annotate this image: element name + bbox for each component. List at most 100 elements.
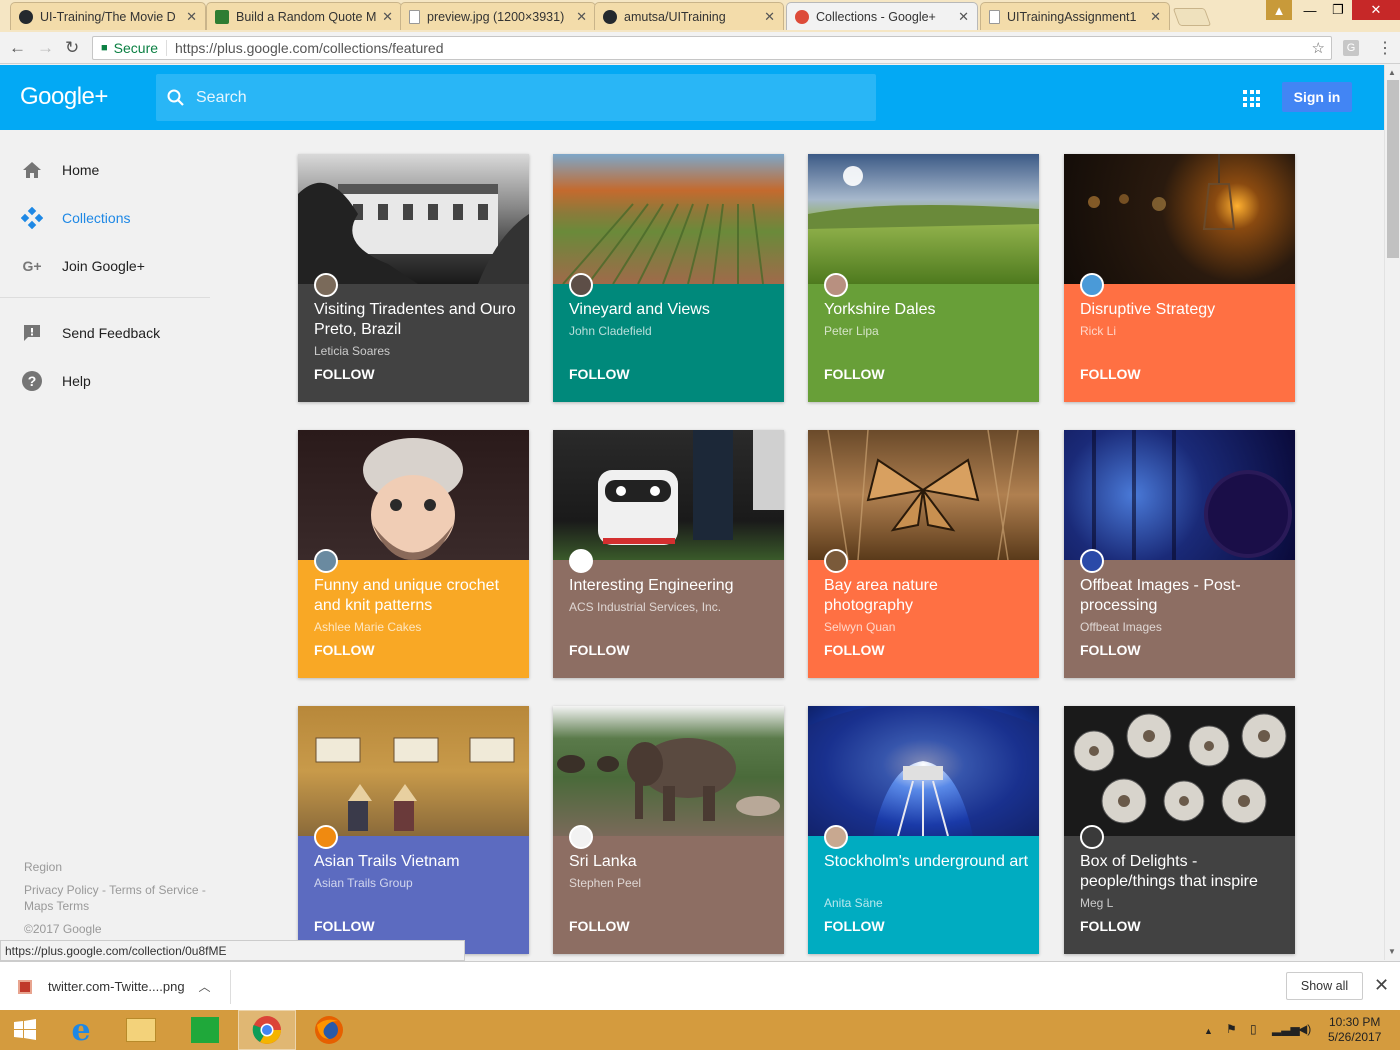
show-all-button[interactable]: Show all [1286, 972, 1363, 1000]
collection-author[interactable]: Peter Lipa [824, 324, 1024, 338]
follow-button[interactable]: FOLLOW [569, 642, 630, 658]
collection-title[interactable]: Yorkshire Dales [824, 300, 1029, 320]
restore-button[interactable]: ❐ [1324, 0, 1352, 20]
collection-card[interactable]: Visiting Tiradentes and Ouro Preto, Braz… [298, 154, 529, 402]
browser-tab[interactable]: amutsa/UITraining ✕ [594, 2, 784, 30]
chrome-icon[interactable] [238, 1010, 296, 1050]
collection-author[interactable]: Stephen Peel [569, 876, 769, 890]
collection-card[interactable]: Yorkshire Dales Peter Lipa FOLLOW [808, 154, 1039, 402]
collection-card[interactable]: Disruptive Strategy Rick Li FOLLOW [1064, 154, 1295, 402]
minimize-button[interactable]: — [1296, 0, 1324, 20]
collection-author[interactable]: Leticia Soares [314, 344, 514, 358]
close-window-button[interactable]: ✕ [1352, 0, 1400, 20]
follow-button[interactable]: FOLLOW [1080, 918, 1141, 934]
close-icon[interactable]: ✕ [382, 9, 393, 25]
collection-card[interactable]: Vineyard and Views John Cladefield FOLLO… [553, 154, 784, 402]
reload-icon[interactable]: ↻ [65, 38, 79, 58]
collection-author[interactable]: Offbeat Images [1080, 620, 1280, 634]
follow-button[interactable]: FOLLOW [314, 918, 375, 934]
bookmark-star-icon[interactable]: ☆ [1312, 39, 1325, 57]
collection-card[interactable]: Box of Delights - people/things that ins… [1064, 706, 1295, 954]
follow-button[interactable]: FOLLOW [314, 642, 375, 658]
collection-title[interactable]: Visiting Tiradentes and Ouro Preto, Braz… [314, 300, 519, 340]
close-icon[interactable]: ✕ [764, 9, 775, 25]
close-icon[interactable]: ✕ [576, 9, 587, 25]
browser-tab[interactable]: UI-Training/The Movie D ✕ [10, 2, 206, 30]
collection-title[interactable]: Stockholm's underground art [824, 852, 1029, 872]
collection-card[interactable]: Interesting Engineering ACS Industrial S… [553, 430, 784, 678]
collection-author[interactable]: Anita Säne [824, 896, 1024, 910]
chevron-up-icon[interactable]: ︿ [199, 978, 211, 995]
follow-button[interactable]: FOLLOW [824, 918, 885, 934]
browser-tab-active[interactable]: Collections - Google+ ✕ [786, 2, 978, 30]
collection-title[interactable]: Disruptive Strategy [1080, 300, 1285, 320]
collection-title[interactable]: Interesting Engineering [569, 576, 774, 596]
new-tab-button[interactable] [1172, 8, 1212, 26]
address-bar[interactable]: ■ Secure https://plus.google.com/collect… [92, 36, 1332, 60]
extension-icon[interactable]: G [1343, 40, 1359, 56]
collection-title[interactable]: Sri Lanka [569, 852, 774, 872]
google-plus-logo[interactable]: Google+ [20, 83, 108, 111]
follow-button[interactable]: FOLLOW [569, 366, 630, 382]
scroll-up-icon[interactable]: ▲ [1388, 68, 1396, 77]
flag-icon[interactable]: ⚑ [1226, 1022, 1237, 1036]
collection-card[interactable]: Offbeat Images - Post-processing Offbeat… [1064, 430, 1295, 678]
forward-icon[interactable]: → [37, 38, 54, 58]
store-icon[interactable] [176, 1010, 234, 1050]
network-icon[interactable]: ▂▃▅ [1272, 1022, 1300, 1036]
follow-button[interactable]: FOLLOW [824, 642, 885, 658]
user-icon[interactable]: ▲ [1266, 0, 1292, 20]
sign-in-button[interactable]: Sign in [1282, 82, 1352, 112]
close-icon[interactable]: ✕ [1150, 9, 1161, 25]
close-icon[interactable]: ✕ [186, 9, 197, 25]
collection-author[interactable]: Rick Li [1080, 324, 1280, 338]
volume-icon[interactable]: ◀) [1298, 1022, 1311, 1036]
menu-icon[interactable]: ⋮ [1377, 38, 1393, 58]
page-scrollbar[interactable]: ▲ ▼ [1384, 65, 1400, 960]
sidebar-item-home[interactable]: Home [0, 150, 210, 190]
collection-title[interactable]: Vineyard and Views [569, 300, 774, 320]
battery-icon[interactable]: ▯ [1250, 1022, 1257, 1036]
browser-tab[interactable]: UITrainingAssignment1 ✕ [980, 2, 1170, 30]
follow-button[interactable]: FOLLOW [569, 918, 630, 934]
clock[interactable]: 10:30 PM 5/26/2017 [1328, 1015, 1381, 1045]
collection-author[interactable]: John Cladefield [569, 324, 769, 338]
collection-title[interactable]: Bay area nature photography [824, 576, 1029, 616]
sidebar-item-feedback[interactable]: Send Feedback [0, 313, 210, 353]
download-item[interactable]: twitter.com-Twitte....png ︿ [18, 978, 211, 995]
firefox-icon[interactable] [300, 1010, 358, 1050]
scrollbar-thumb[interactable] [1387, 80, 1399, 258]
footer-policy-links[interactable]: Privacy Policy - Terms of Service - Maps… [24, 882, 214, 914]
collection-author[interactable]: ACS Industrial Services, Inc. [569, 600, 769, 614]
collection-card[interactable]: Sri Lanka Stephen Peel FOLLOW [553, 706, 784, 954]
url-text[interactable]: https://plus.google.com/collections/feat… [175, 40, 444, 56]
sidebar-item-collections[interactable]: Collections [0, 198, 210, 238]
scroll-down-icon[interactable]: ▼ [1388, 947, 1396, 956]
collection-title[interactable]: Offbeat Images - Post-processing [1080, 576, 1285, 616]
collection-author[interactable]: Ashlee Marie Cakes [314, 620, 514, 634]
collection-card[interactable]: Bay area nature photography Selwyn Quan … [808, 430, 1039, 678]
collection-title[interactable]: Asian Trails Vietnam [314, 852, 519, 872]
collection-title[interactable]: Box of Delights - people/things that ins… [1080, 852, 1285, 892]
sidebar-item-help[interactable]: ? Help [0, 361, 210, 401]
tray-expand-icon[interactable]: ▲ [1204, 1026, 1213, 1036]
collection-card[interactable]: Asian Trails Vietnam Asian Trails Group … [298, 706, 529, 954]
browser-tab[interactable]: preview.jpg (1200×3931) ✕ [400, 2, 596, 30]
browser-tab[interactable]: Build a Random Quote M ✕ [206, 2, 402, 30]
close-icon[interactable]: ✕ [958, 9, 969, 25]
sidebar-item-join[interactable]: G+ Join Google+ [0, 246, 210, 286]
collection-card[interactable]: Funny and unique crochet and knit patter… [298, 430, 529, 678]
collection-author[interactable]: Asian Trails Group [314, 876, 514, 890]
follow-button[interactable]: FOLLOW [1080, 366, 1141, 382]
internet-explorer-icon[interactable]: e [52, 1010, 110, 1050]
file-explorer-icon[interactable] [112, 1010, 170, 1050]
close-icon[interactable]: ✕ [1374, 975, 1389, 996]
follow-button[interactable]: FOLLOW [314, 366, 375, 382]
back-icon[interactable]: ← [9, 38, 26, 58]
collection-author[interactable]: Meg L [1080, 896, 1280, 910]
follow-button[interactable]: FOLLOW [1080, 642, 1141, 658]
windows-start-icon[interactable] [0, 1010, 50, 1050]
collection-card[interactable]: Stockholm's underground art Anita Säne F… [808, 706, 1039, 954]
collection-author[interactable]: Selwyn Quan [824, 620, 1024, 634]
apps-grid-icon[interactable] [1243, 90, 1260, 107]
